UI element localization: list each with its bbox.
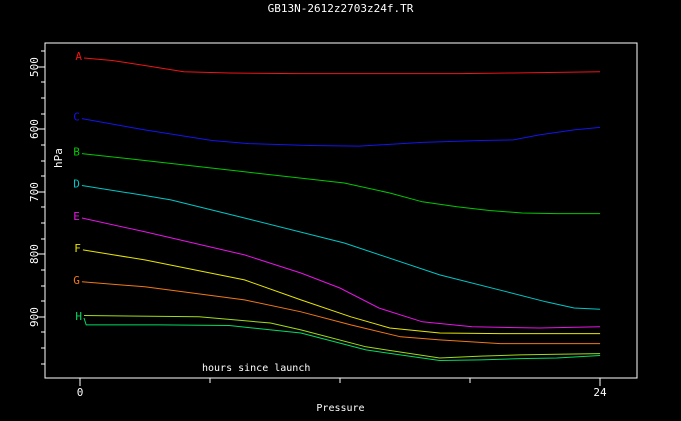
series-line-D xyxy=(82,186,600,310)
series-line-E xyxy=(82,218,600,328)
y-axis-tick-label: 900 xyxy=(28,307,41,327)
series-letter-G: G xyxy=(73,274,80,287)
series-letter-H: H xyxy=(75,310,82,323)
series-line-unlabeled xyxy=(84,316,600,359)
series-letter-B: B xyxy=(73,146,80,159)
series-letter-A: A xyxy=(75,50,82,63)
series-line-C xyxy=(82,119,600,147)
x-axis-label: Pressure xyxy=(0,403,681,414)
y-axis-label: hPa xyxy=(52,138,68,178)
series-line-H xyxy=(84,318,600,361)
series-line-G xyxy=(82,282,600,344)
y-axis-tick-label: 700 xyxy=(28,182,41,202)
pressure-time-plot: 500 600 700 800 900 0 24 A C B D E F G H xyxy=(0,0,681,421)
x-axis-tick-label: 24 xyxy=(593,386,607,399)
series-letter-D: D xyxy=(73,178,80,191)
x-axis-inner-annotation: hours since launch xyxy=(202,363,310,374)
chart-title: GB13N-2612z2703z24f.TR xyxy=(0,2,681,15)
series-letter-F: F xyxy=(74,242,81,255)
y-axis-tick-label: 600 xyxy=(28,119,41,139)
series-letter-C: C xyxy=(73,111,80,124)
series-line-B xyxy=(82,154,600,214)
series-line-A xyxy=(84,58,600,74)
series-line-F xyxy=(83,250,600,334)
app-window: 500 600 700 800 900 0 24 A C B D E F G H GB13N-2612z27… xyxy=(0,0,681,421)
y-axis-tick-label: 800 xyxy=(28,244,41,264)
x-axis-tick-label: 0 xyxy=(77,386,84,399)
series-letter-E: E xyxy=(73,210,80,223)
y-axis-tick-label: 500 xyxy=(28,57,41,77)
